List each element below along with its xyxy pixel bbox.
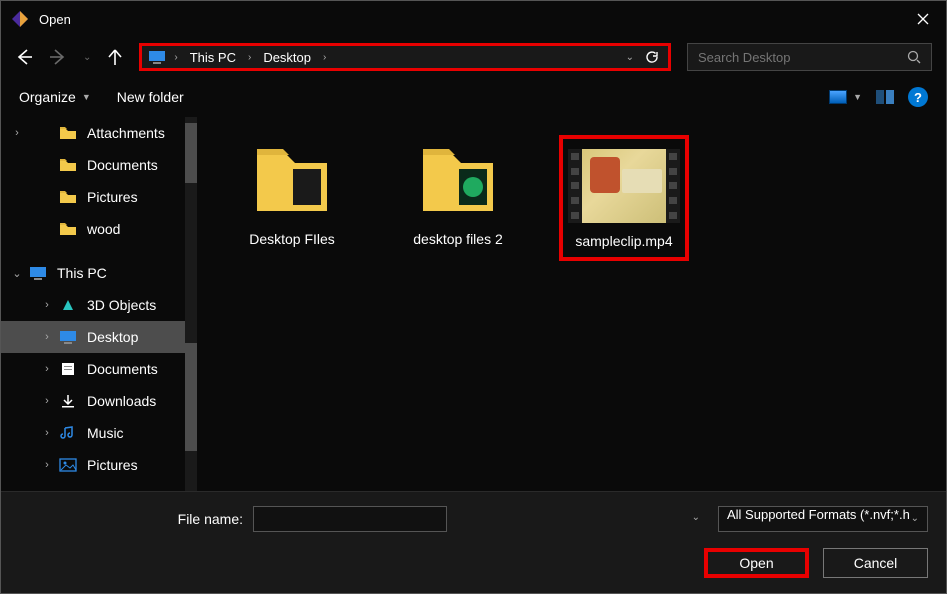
tree-label: Documents: [87, 157, 158, 173]
cancel-button[interactable]: Cancel: [823, 548, 928, 578]
organize-label: Organize: [19, 89, 76, 105]
downloads-icon: [59, 394, 77, 408]
view-mode-button[interactable]: ▼: [829, 90, 862, 104]
tree-label: This PC: [57, 265, 107, 281]
caret-down-icon: ▼: [853, 92, 862, 102]
chevron-down-icon[interactable]: ⌄: [9, 267, 25, 280]
tree-item-wood[interactable]: wood: [1, 213, 197, 245]
folder-thumbnail-icon: [415, 135, 501, 221]
chevron-right-icon[interactable]: ›: [39, 459, 55, 471]
tree-label: Desktop: [87, 329, 138, 345]
chevron-right-icon[interactable]: ›: [9, 127, 25, 139]
chevron-right-icon[interactable]: ›: [39, 299, 55, 311]
desktop-icon: [59, 330, 77, 344]
preview-pane-button[interactable]: [876, 90, 894, 104]
file-label: Desktop FIles: [249, 231, 335, 247]
tree-item-documents-pc[interactable]: › Documents: [1, 353, 197, 385]
new-folder-button[interactable]: New folder: [117, 89, 184, 105]
address-bar[interactable]: › This PC › Desktop › ⌄: [139, 43, 671, 71]
sidebar-scrollbar[interactable]: [185, 117, 197, 495]
recent-locations-dropdown[interactable]: ⌄: [83, 52, 91, 63]
breadcrumb-desktop[interactable]: Desktop: [259, 50, 315, 65]
tree-label: 3D Objects: [87, 297, 156, 313]
pc-icon: [148, 50, 166, 64]
chevron-right-icon[interactable]: ›: [168, 52, 183, 63]
tree-item-attachments[interactable]: › Attachments: [1, 117, 197, 149]
tree-item-downloads[interactable]: › Downloads: [1, 385, 197, 417]
search-box[interactable]: [687, 43, 932, 71]
tree-label: Downloads: [87, 393, 156, 409]
file-label: sampleclip.mp4: [575, 233, 672, 249]
chevron-right-icon[interactable]: ›: [242, 52, 257, 63]
navigation-tree: › Attachments Documents Pictures wood: [1, 117, 197, 495]
caret-down-icon[interactable]: ⌄: [692, 512, 700, 523]
search-input[interactable]: [698, 50, 907, 65]
chevron-right-icon[interactable]: ›: [39, 331, 55, 343]
folder-desktop-files-2[interactable]: desktop files 2: [393, 135, 523, 247]
folder-icon: [59, 190, 77, 204]
tree-item-pictures[interactable]: Pictures: [1, 181, 197, 213]
refresh-button[interactable]: [644, 49, 660, 65]
tree-label: Attachments: [87, 125, 165, 141]
chevron-right-icon[interactable]: ›: [317, 52, 332, 63]
chevron-right-icon[interactable]: ›: [39, 395, 55, 407]
address-history-dropdown[interactable]: ⌄: [626, 52, 634, 63]
folder-icon: [59, 158, 77, 172]
folder-thumbnail-icon: [249, 135, 335, 221]
up-button[interactable]: [107, 48, 123, 66]
picture-icon: [829, 90, 847, 104]
close-button[interactable]: [900, 1, 946, 37]
forward-button[interactable]: [49, 48, 67, 66]
3d-objects-icon: [59, 298, 77, 312]
folder-icon: [59, 222, 77, 236]
tree-label: Pictures: [87, 457, 138, 473]
search-icon: [907, 50, 921, 64]
filter-label: All Supported Formats (*.nvf;*.h: [727, 507, 910, 522]
music-icon: [59, 426, 77, 440]
tree-item-desktop[interactable]: › Desktop: [1, 321, 197, 353]
pc-icon: [29, 266, 47, 280]
folder-icon: [59, 126, 77, 140]
video-thumbnail-icon: [568, 149, 680, 223]
window-title: Open: [39, 12, 900, 27]
tree-item-3d-objects[interactable]: › 3D Objects: [1, 289, 197, 321]
filename-label: File name:: [19, 511, 243, 527]
tree-label: Documents: [87, 361, 158, 377]
file-type-filter[interactable]: All Supported Formats (*.nvf;*.h ⌄: [718, 506, 928, 532]
help-button[interactable]: ?: [908, 87, 928, 107]
tree-label: wood: [87, 221, 120, 237]
pictures-icon: [59, 458, 77, 472]
organize-menu[interactable]: Organize ▼: [19, 89, 91, 105]
chevron-right-icon[interactable]: ›: [39, 363, 55, 375]
file-list: Desktop FIles desktop files 2 sampleclip…: [197, 117, 946, 495]
open-button[interactable]: Open: [704, 548, 809, 578]
app-icon: [11, 10, 29, 28]
caret-down-icon: ▼: [82, 92, 91, 102]
folder-desktop-files[interactable]: Desktop FIles: [227, 135, 357, 247]
tree-label: Music: [87, 425, 124, 441]
tree-item-documents[interactable]: Documents: [1, 149, 197, 181]
breadcrumb-this-pc[interactable]: This PC: [186, 50, 240, 65]
tree-label: Pictures: [87, 189, 138, 205]
file-sampleclip[interactable]: sampleclip.mp4: [559, 135, 689, 261]
back-button[interactable]: [15, 48, 33, 66]
tree-item-pictures-pc[interactable]: › Pictures: [1, 449, 197, 481]
caret-down-icon: ⌄: [911, 513, 919, 524]
tree-item-music[interactable]: › Music: [1, 417, 197, 449]
tree-item-this-pc[interactable]: ⌄ This PC: [1, 257, 197, 289]
file-label: desktop files 2: [413, 231, 503, 247]
documents-icon: [59, 362, 77, 376]
chevron-right-icon[interactable]: ›: [39, 427, 55, 439]
filename-input[interactable]: [253, 506, 447, 532]
